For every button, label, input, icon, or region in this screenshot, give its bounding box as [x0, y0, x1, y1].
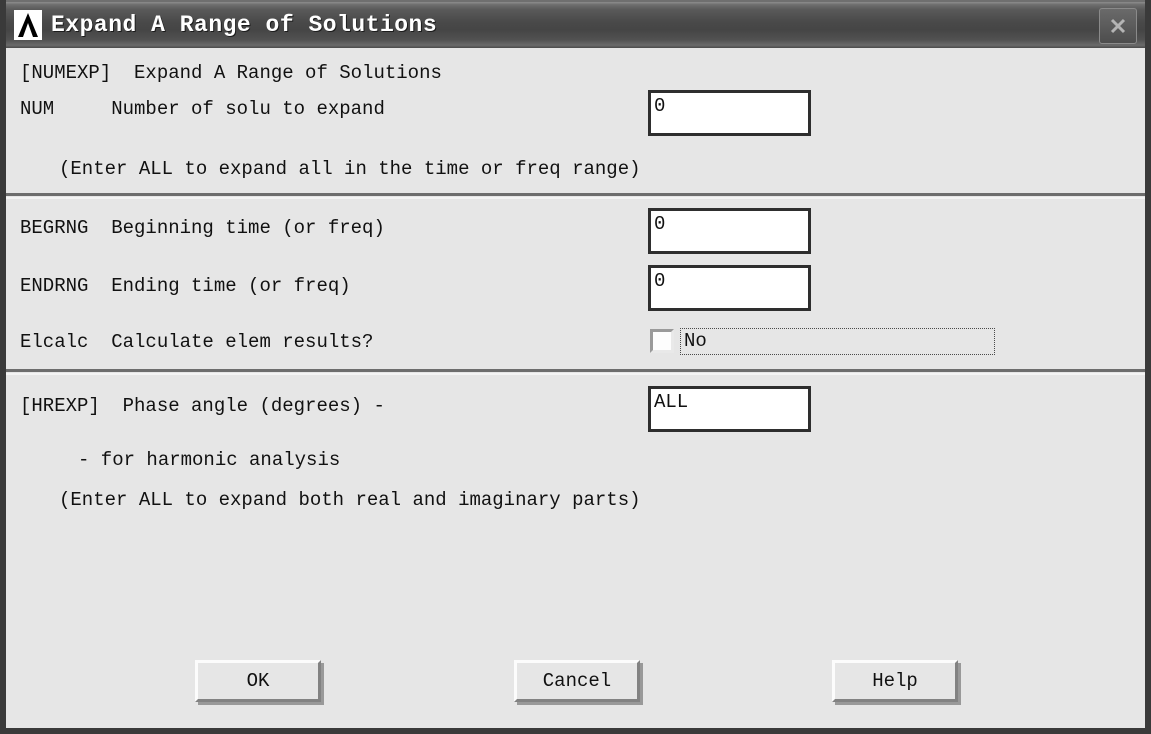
title-bar[interactable]: Expand A Range of Solutions — [6, 0, 1145, 48]
row-command-numexp: [NUMEXP] Expand A Range of Solutions — [6, 48, 1145, 90]
window-title: Expand A Range of Solutions — [51, 12, 438, 38]
row-begrng: BEGRNG Beginning time (or freq) 0 — [6, 199, 1145, 259]
endrng-label: ENDRNG Ending time (or freq) — [20, 275, 351, 297]
close-icon[interactable] — [1099, 8, 1137, 44]
num-label: NUM Number of solu to expand — [20, 98, 385, 120]
hrexp-command-label: [HREXP] Phase angle (degrees) - — [20, 395, 385, 417]
begrng-label: BEGRNG Beginning time (or freq) — [20, 217, 385, 239]
row-elcalc: Elcalc Calculate elem results? No — [6, 319, 1145, 369]
hrexp-sub-label: - for harmonic analysis — [78, 449, 341, 471]
help-button[interactable]: Help — [832, 660, 958, 702]
row-numexp-note: (Enter ALL to expand all in the time or … — [6, 146, 1145, 193]
numexp-note: (Enter ALL to expand all in the time or … — [59, 158, 641, 180]
row-endrng: ENDRNG Ending time (or freq) 0 — [6, 259, 1145, 319]
section-hrexp: [HREXP] Phase angle (degrees) - ALL - fo… — [6, 375, 1145, 525]
dialog-body: [NUMEXP] Expand A Range of Solutions NUM… — [6, 48, 1145, 728]
hrexp-note: (Enter ALL to expand both real and imagi… — [59, 489, 641, 511]
phase-angle-input[interactable]: ALL — [648, 386, 811, 432]
row-hrexp-note: (Enter ALL to expand both real and imagi… — [6, 481, 1145, 525]
dialog-window: Expand A Range of Solutions [NUMEXP] Exp… — [0, 0, 1151, 734]
cancel-button[interactable]: Cancel — [514, 660, 640, 702]
numexp-command-label: [NUMEXP] Expand A Range of Solutions — [20, 62, 442, 84]
elcalc-value-label[interactable]: No — [680, 328, 995, 355]
button-row: OK Cancel Help — [6, 648, 1145, 728]
endrng-input[interactable]: 0 — [648, 265, 811, 311]
begrng-input[interactable]: 0 — [648, 208, 811, 254]
ok-button[interactable]: OK — [195, 660, 321, 702]
section-numexp: [NUMEXP] Expand A Range of Solutions NUM… — [6, 48, 1145, 193]
num-input[interactable]: 0 — [648, 90, 811, 136]
ansys-lambda-icon — [14, 10, 42, 40]
row-hrexp: [HREXP] Phase angle (degrees) - ALL — [6, 375, 1145, 437]
row-hrexp-sub: - for harmonic analysis — [6, 437, 1145, 481]
elcalc-checkbox[interactable] — [650, 329, 674, 353]
elcalc-label: Elcalc Calculate elem results? — [20, 331, 374, 353]
row-num: NUM Number of solu to expand 0 — [6, 90, 1145, 146]
section-range: BEGRNG Beginning time (or freq) 0 ENDRNG… — [6, 199, 1145, 369]
